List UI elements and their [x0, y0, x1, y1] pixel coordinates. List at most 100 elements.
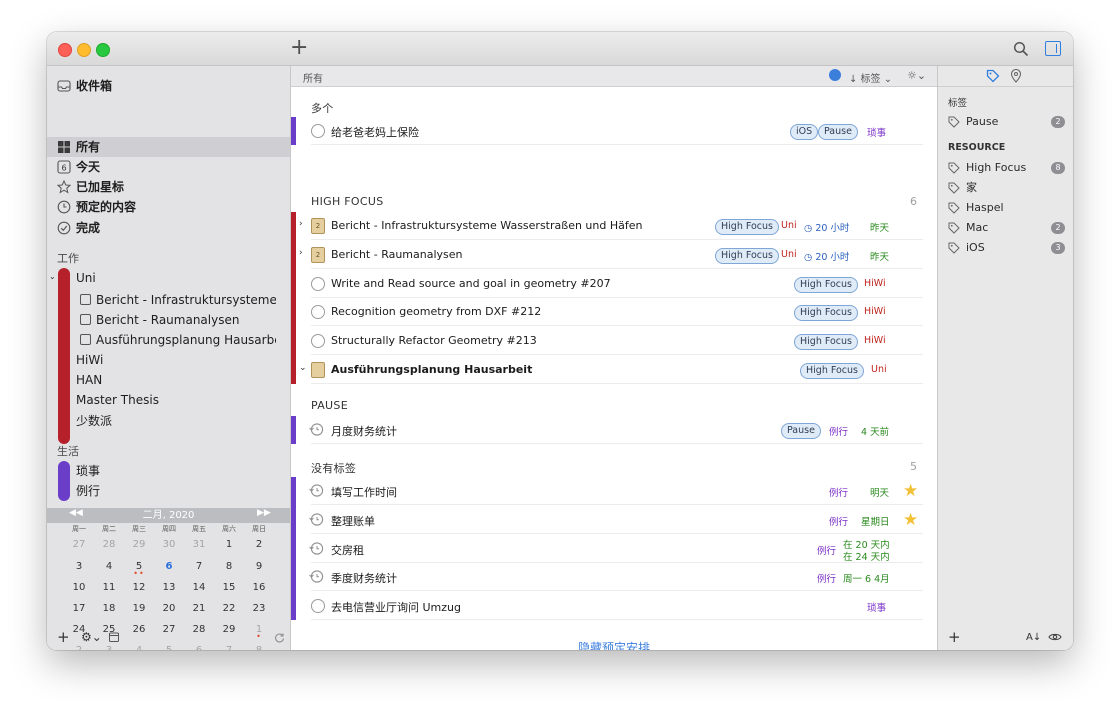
task-project[interactable]: 例行: [829, 514, 848, 528]
calendar-day[interactable]: 29: [124, 538, 154, 552]
calendar-icon[interactable]: [109, 632, 119, 642]
disclosure-arrow-icon[interactable]: ›: [299, 248, 303, 258]
clock-filter-icon[interactable]: [829, 69, 841, 81]
sidebar-item-completed[interactable]: 完成: [47, 218, 290, 238]
calendar-day[interactable]: 19: [124, 602, 154, 616]
calendar-next-icon[interactable]: ▶▶: [257, 508, 271, 518]
task-checkbox[interactable]: [311, 334, 325, 348]
sort-menu[interactable]: ↓ 标签 ⌄: [849, 70, 892, 85]
sync-icon[interactable]: [274, 632, 285, 643]
sidebar-project-2[interactable]: Bericht - Raumanalysen: [80, 310, 276, 330]
repeat-icon[interactable]: [309, 512, 324, 527]
calendar-day[interactable]: 4: [94, 560, 124, 574]
sidebar-area-routine[interactable]: 例行: [76, 481, 100, 501]
tag-badge[interactable]: High Focus: [794, 305, 858, 321]
task-row[interactable]: Structurally Refactor Geometry #213 High…: [291, 327, 937, 355]
add-tag-button[interactable]: +: [948, 628, 961, 646]
sidebar-area-sspai[interactable]: 少数派: [76, 411, 112, 431]
inspector-toggle-icon[interactable]: [1045, 41, 1061, 56]
task-project[interactable]: 例行: [817, 571, 836, 585]
task-checkbox[interactable]: [311, 305, 325, 319]
task-row[interactable]: 给老爸老妈上保险 iOS Pause 琐事: [291, 117, 937, 145]
calendar-day[interactable]: 11: [94, 581, 124, 595]
tag-item-high-focus[interactable]: High Focus 8: [948, 159, 1068, 177]
calendar-day[interactable]: 14: [184, 581, 214, 595]
sidebar-item-today[interactable]: 6 今天: [47, 157, 290, 177]
tag-badge[interactable]: High Focus: [800, 363, 864, 379]
sidebar-item-inbox[interactable]: 收件箱: [47, 76, 290, 96]
task-project[interactable]: HiWi: [864, 306, 886, 317]
task-project[interactable]: 例行: [817, 543, 836, 557]
sidebar-item-scheduled[interactable]: 预定的内容: [47, 197, 290, 217]
calendar-day[interactable]: 10: [64, 581, 94, 595]
sidebar-area-master-thesis[interactable]: Master Thesis: [76, 390, 159, 410]
tag-badge[interactable]: Pause: [781, 423, 821, 439]
calendar-day[interactable]: 13: [154, 581, 184, 595]
tag-badge[interactable]: High Focus: [715, 219, 779, 235]
sidebar-area-uni[interactable]: Uni: [76, 268, 96, 288]
sidebar-item-all[interactable]: 所有: [47, 137, 290, 157]
calendar-day[interactable]: 15: [214, 581, 244, 595]
task-project[interactable]: HiWi: [864, 278, 886, 289]
sidebar-item-starred[interactable]: 已加星标: [47, 177, 290, 197]
repeat-icon[interactable]: [309, 569, 324, 584]
location-pin-icon[interactable]: [1010, 69, 1022, 83]
task-row[interactable]: 去电信营业厅询问 Umzug 琐事: [291, 592, 937, 620]
settings-gear-icon[interactable]: ⚙⌄: [81, 630, 102, 644]
tag-item-mac[interactable]: Mac 2: [948, 219, 1068, 237]
task-project[interactable]: 琐事: [867, 125, 886, 139]
eye-icon[interactable]: [1048, 632, 1062, 642]
task-row[interactable]: 交房租 例行 在 20 天内 在 24 天内: [291, 535, 937, 563]
calendar-day[interactable]: 16: [244, 581, 274, 595]
calendar-day[interactable]: 7: [184, 560, 214, 574]
sidebar-area-hiwi[interactable]: HiWi: [76, 350, 103, 370]
star-flag-icon[interactable]: ★: [903, 510, 918, 530]
task-project[interactable]: Uni: [871, 364, 887, 375]
task-row[interactable]: Write and Read source and goal in geomet…: [291, 270, 937, 298]
minimize-window-button[interactable]: [77, 43, 91, 57]
disclosure-down-icon[interactable]: ⌄: [299, 363, 307, 373]
tag-item-home[interactable]: 家: [948, 179, 1068, 197]
calendar-day[interactable]: 27: [64, 538, 94, 552]
add-area-button[interactable]: +: [57, 628, 70, 646]
calendar-day[interactable]: 9: [244, 560, 274, 574]
calendar-day[interactable]: 23: [244, 602, 274, 616]
add-task-button[interactable]: +: [290, 37, 308, 59]
search-icon[interactable]: [1013, 41, 1029, 57]
display-options-icon[interactable]: ☼⌄: [907, 69, 926, 82]
task-row[interactable]: › 2 Bericht - Infrastruktursysteme Wasse…: [291, 212, 937, 240]
tag-item-ios[interactable]: iOS 3: [948, 239, 1068, 257]
sort-tags-button[interactable]: A↓: [1026, 632, 1041, 643]
chevron-down-icon[interactable]: ⌄: [49, 272, 56, 281]
calendar-day[interactable]: 12: [124, 581, 154, 595]
calendar-day[interactable]: 18: [94, 602, 124, 616]
calendar-day[interactable]: 31: [184, 538, 214, 552]
calendar-prev-icon[interactable]: ◀◀: [69, 508, 83, 518]
task-project[interactable]: Uni: [781, 220, 797, 231]
calendar-day[interactable]: 8: [214, 560, 244, 574]
calendar-day[interactable]: 1: [214, 538, 244, 552]
calendar-day[interactable]: 22: [214, 602, 244, 616]
task-row[interactable]: 整理账单 例行 星期日 ★: [291, 506, 937, 534]
task-project[interactable]: Uni: [781, 249, 797, 260]
task-project[interactable]: 例行: [829, 485, 848, 499]
sidebar-project-1[interactable]: Bericht - Infrastruktursysteme Wasserstr…: [80, 290, 276, 310]
close-window-button[interactable]: [58, 43, 72, 57]
sidebar-area-han[interactable]: HAN: [76, 370, 102, 390]
task-row[interactable]: Recognition geometry from DXF #212 High …: [291, 298, 937, 326]
sidebar-area-chores[interactable]: 琐事: [76, 461, 100, 481]
task-checkbox[interactable]: [311, 599, 325, 613]
tag-badge[interactable]: High Focus: [794, 334, 858, 350]
calendar-day[interactable]: 21: [184, 602, 214, 616]
tag-badge[interactable]: Pause: [818, 124, 858, 140]
tag-badge[interactable]: High Focus: [794, 277, 858, 293]
calendar-day[interactable]: 2: [244, 538, 274, 552]
calendar-day[interactable]: 30: [154, 538, 184, 552]
task-row[interactable]: ⌄ Ausführungsplanung Hausarbeit High Foc…: [291, 356, 937, 384]
task-project[interactable]: 琐事: [867, 600, 886, 614]
repeat-icon[interactable]: [309, 483, 324, 498]
task-checkbox[interactable]: [311, 124, 325, 138]
tag-item-pause[interactable]: Pause 2: [948, 113, 1068, 131]
task-row[interactable]: › 2 Bericht - Raumanalysen High Focus Un…: [291, 241, 937, 269]
star-flag-icon[interactable]: ★: [903, 481, 918, 501]
